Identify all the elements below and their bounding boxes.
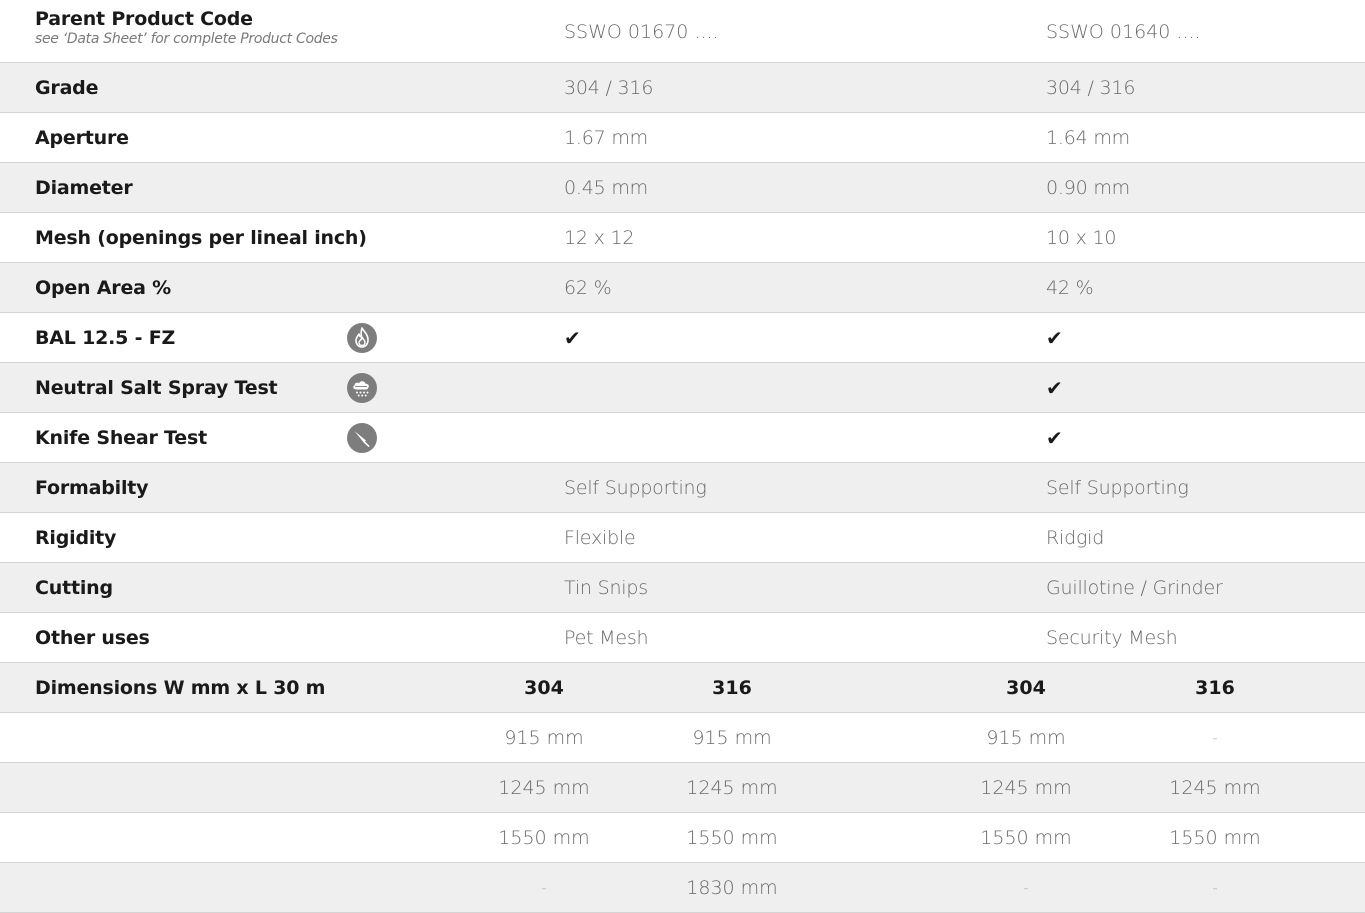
data-sheet-note: see ‘Data Sheet’ for complete Product Co… [35,31,338,47]
row-check-1: ✔ [564,325,581,350]
row-label: Other uses [35,626,150,649]
table-row-salt-spray: Neutral Salt Spray Test ✔ [0,363,1365,413]
row-value-2: Ridgid [1046,526,1105,549]
salt-spray-cloud-icon [347,372,377,403]
row-check-2: ✔ [1046,425,1063,450]
row-value-1: 12 x 12 [564,226,635,249]
row-label: Open Area % [35,276,172,299]
dimension-cell: 1550 mm [498,826,590,849]
dimension-cell: - [1023,878,1029,897]
dimension-cell: 1245 mm [980,776,1072,799]
parent-product-code-label: Parent Product Code [35,8,253,30]
dimension-cell: 1550 mm [980,826,1072,849]
row-value-1: Flexible [564,526,636,549]
dimension-cell: 915 mm [986,726,1066,749]
row-label: Mesh (openings per lineal inch) [35,226,367,249]
row-label: BAL 12.5 - FZ [35,326,176,349]
table-row-other-uses: Other uses Pet Mesh Security Mesh [0,613,1365,663]
table-row-cutting: Cutting Tin Snips Guillotine / Grinder [0,563,1365,613]
row-value-2: Self Supporting [1046,476,1189,499]
row-value-1: 304 / 316 [564,76,654,99]
fire-icon [347,322,377,353]
header-row: Parent Product Code see ‘Data Sheet’ for… [0,0,1365,63]
row-value-1: 1.67 mm [564,126,648,149]
product-code-1: SSWO 01670 .... [564,20,719,43]
row-value-1: 0.45 mm [564,176,648,199]
grade-304-header: 304 [1006,676,1046,699]
row-label: Knife Shear Test [35,426,207,449]
row-check-2: ✔ [1046,375,1063,400]
table-row-grade: Grade 304 / 316 304 / 316 [0,63,1365,113]
row-label: Formabilty [35,476,149,499]
row-value-1: Tin Snips [564,576,648,599]
header-label-block: Parent Product Code see ‘Data Sheet’ for… [35,8,338,48]
dimension-cell: 1830 mm [686,876,778,899]
row-label: Cutting [35,576,113,599]
dimension-row: 915 mm 915 mm 915 mm - [0,713,1365,763]
dimension-cell: - [1212,728,1218,747]
table-row-formability: Formabilty Self Supporting Self Supporti… [0,463,1365,513]
table-row-mesh: Mesh (openings per lineal inch) 12 x 12 … [0,213,1365,263]
knife-icon [347,422,377,453]
row-value-2: Guillotine / Grinder [1046,576,1223,599]
row-check-2: ✔ [1046,325,1063,350]
row-value-1: 62 % [564,276,612,299]
row-value-2: 0.90 mm [1046,176,1130,199]
dimension-cell: 1550 mm [686,826,778,849]
dimension-row: - 1830 mm - - [0,863,1365,913]
grade-316-header: 316 [1195,676,1235,699]
dimensions-header-row: Dimensions W mm x L 30 m 304 316 304 316 [0,663,1365,713]
row-value-2: Security Mesh [1046,626,1178,649]
product-spec-table: Parent Product Code see ‘Data Sheet’ for… [0,0,1365,913]
table-row-bal: BAL 12.5 - FZ ✔ ✔ [0,313,1365,363]
row-value-2: 10 x 10 [1046,226,1117,249]
dimension-cell: - [541,878,547,897]
table-row-aperture: Aperture 1.67 mm 1.64 mm [0,113,1365,163]
row-label: Diameter [35,176,133,199]
row-value-2: 1.64 mm [1046,126,1130,149]
table-row-knife-shear: Knife Shear Test ✔ [0,413,1365,463]
grade-316-header: 316 [712,676,752,699]
dimension-cell: 1245 mm [1169,776,1261,799]
table-row-diameter: Diameter 0.45 mm 0.90 mm [0,163,1365,213]
row-label: Neutral Salt Spray Test [35,376,278,399]
row-label: Rigidity [35,526,117,549]
dimension-cell: 1245 mm [686,776,778,799]
dimensions-label: Dimensions W mm x L 30 m [35,676,326,699]
dimension-cell: 1245 mm [498,776,590,799]
table-row-rigidity: Rigidity Flexible Ridgid [0,513,1365,563]
product-code-2: SSWO 01640 .... [1046,20,1201,43]
dimension-row: 1245 mm 1245 mm 1245 mm 1245 mm [0,763,1365,813]
grade-304-header: 304 [524,676,564,699]
row-label: Aperture [35,126,129,149]
dimension-cell: 915 mm [504,726,584,749]
dimension-cell: 915 mm [692,726,772,749]
row-value-1: Pet Mesh [564,626,649,649]
row-value-2: 42 % [1046,276,1094,299]
row-value-2: 304 / 316 [1046,76,1136,99]
row-label: Grade [35,76,99,99]
dimension-cell: - [1212,878,1218,897]
row-value-1: Self Supporting [564,476,707,499]
dimension-cell: 1550 mm [1169,826,1261,849]
dimension-row: 1550 mm 1550 mm 1550 mm 1550 mm [0,813,1365,863]
table-row-open-area: Open Area % 62 % 42 % [0,263,1365,313]
